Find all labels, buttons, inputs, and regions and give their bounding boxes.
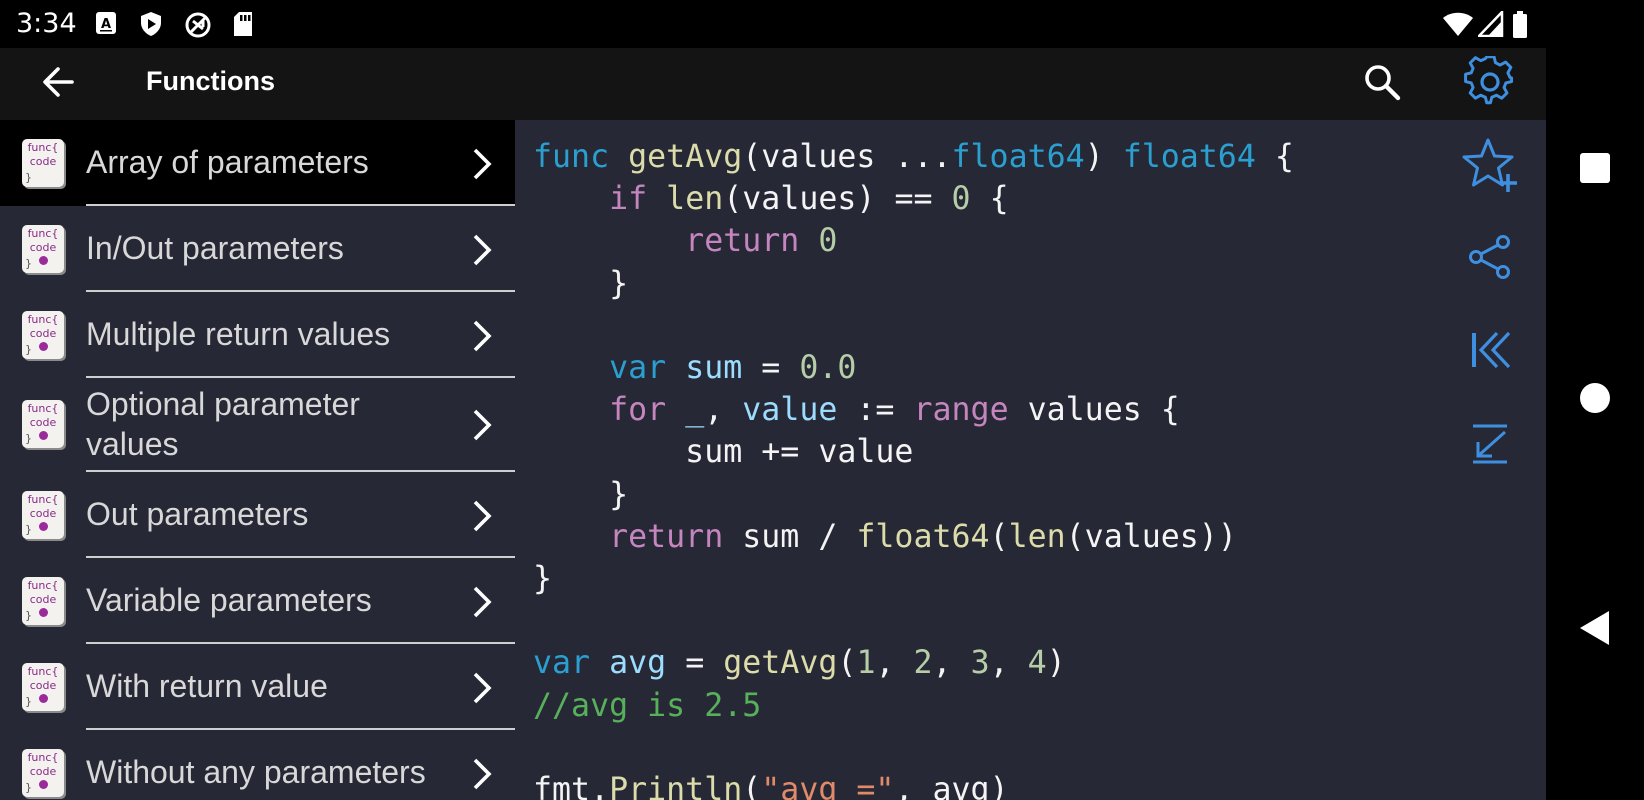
code-line: var avg = getAvg(1, 2, 3, 4) xyxy=(533,645,1066,682)
page-title: Functions xyxy=(146,66,275,96)
chevron-right-icon xyxy=(470,407,494,447)
svg-text:A: A xyxy=(101,17,111,32)
home-button[interactable] xyxy=(1546,360,1644,440)
star-add-icon xyxy=(1461,136,1519,198)
back-nav-button[interactable] xyxy=(1546,590,1644,670)
arrow-back-icon xyxy=(41,65,75,103)
first-page-button[interactable] xyxy=(1460,322,1520,382)
code-block: func getAvg(values ...float64) float64 {… xyxy=(533,136,1294,800)
list-item-array-of-parameters[interactable]: func{code} Array of parameters xyxy=(0,120,515,206)
topic-list: func{code} Array of parameters func{code… xyxy=(0,120,515,800)
recents-square-icon xyxy=(1579,152,1611,188)
list-item-with-return-value[interactable]: func{code} With return value xyxy=(0,644,515,730)
chevron-right-icon xyxy=(470,318,494,358)
scroll-to-end-button[interactable] xyxy=(1460,416,1520,476)
func-code-icon: func{code} xyxy=(22,577,64,625)
settings-button[interactable] xyxy=(1460,48,1520,120)
scroll-to-end-icon xyxy=(1469,423,1511,469)
status-time: 3:34 xyxy=(16,8,77,39)
first-page-icon xyxy=(1467,330,1513,374)
share-icon xyxy=(1467,234,1513,284)
search-button[interactable] xyxy=(1356,48,1408,120)
chevron-right-icon xyxy=(470,232,494,272)
chevron-right-icon xyxy=(470,670,494,710)
code-line: func getAvg(values ...float64) float64 { xyxy=(533,139,1294,175)
code-line: if len(values) == 0 { xyxy=(609,181,1009,218)
sd-card-icon xyxy=(232,11,254,41)
list-item-optional-parameter-values[interactable]: func{code} Optional parameter values xyxy=(0,378,515,472)
list-item-out-parameters[interactable]: func{code} Out parameters xyxy=(0,472,515,558)
code-line: //avg is 2.5 xyxy=(533,687,762,724)
wifi-icon xyxy=(1442,11,1474,41)
share-button[interactable] xyxy=(1460,229,1520,289)
list-item-multiple-return-values[interactable]: func{code} Multiple return values xyxy=(0,292,515,378)
battery-icon xyxy=(1512,11,1528,43)
func-code-icon: func{code} xyxy=(22,663,64,711)
code-line: for _, value := range values { xyxy=(609,392,1180,429)
chevron-right-icon xyxy=(470,498,494,538)
list-item-in-out-parameters[interactable]: func{code} In/Out parameters xyxy=(0,206,515,292)
func-code-icon: func{code} xyxy=(22,400,64,448)
list-item-without-any-parameters[interactable]: func{code} Without any parameters xyxy=(0,730,515,800)
code-line: return sum / float64(len(values)) xyxy=(609,518,1237,555)
chevron-right-icon xyxy=(470,146,494,186)
list-item-label: In/Out parameters xyxy=(86,230,344,266)
recents-button[interactable] xyxy=(1546,130,1644,210)
code-line: fmt.Println("avg =", avg) xyxy=(533,772,1009,800)
list-item-label: Without any parameters xyxy=(86,754,426,790)
code-line: sum += value xyxy=(533,434,914,471)
sync-disabled-icon xyxy=(184,11,212,43)
code-line: var sum = 0.0 xyxy=(609,350,857,387)
chevron-right-icon xyxy=(470,756,494,796)
code-line: } xyxy=(533,476,629,513)
code-viewer[interactable]: func getAvg(values ...float64) float64 {… xyxy=(515,120,1546,800)
a-notification-icon: A xyxy=(95,11,117,39)
back-button[interactable] xyxy=(30,48,86,120)
list-item-label: Multiple return values xyxy=(86,316,391,352)
signal-icon xyxy=(1476,8,1504,41)
code-line: return 0 xyxy=(685,223,838,260)
gear-icon xyxy=(1464,55,1516,112)
func-code-icon: func{code} xyxy=(22,311,64,359)
code-line: } xyxy=(533,561,553,598)
func-code-icon: func{code} xyxy=(22,139,64,187)
code-line: } xyxy=(533,265,629,302)
add-favorite-button[interactable] xyxy=(1460,137,1520,197)
status-bar: 3:34 A xyxy=(0,0,1546,48)
search-icon xyxy=(1363,63,1401,105)
list-item-label: With return value xyxy=(86,668,328,704)
list-item-label: Out parameters xyxy=(86,496,309,532)
func-code-icon: func{code} xyxy=(22,491,64,539)
list-item-label: Array of parameters xyxy=(86,144,369,180)
func-code-icon: func{code} xyxy=(22,225,64,273)
list-item-variable-parameters[interactable]: func{code} Variable parameters xyxy=(0,558,515,644)
list-item-label: Variable parameters xyxy=(86,582,372,618)
system-nav-bar xyxy=(1546,0,1644,800)
home-circle-icon xyxy=(1579,382,1611,418)
func-code-icon: func{code} xyxy=(22,749,64,797)
play-protect-icon xyxy=(139,11,163,41)
chevron-right-icon xyxy=(470,584,494,624)
app-bar: Functions xyxy=(0,48,1546,120)
back-triangle-icon xyxy=(1579,610,1611,650)
list-item-label: Optional parameter values xyxy=(86,386,360,462)
